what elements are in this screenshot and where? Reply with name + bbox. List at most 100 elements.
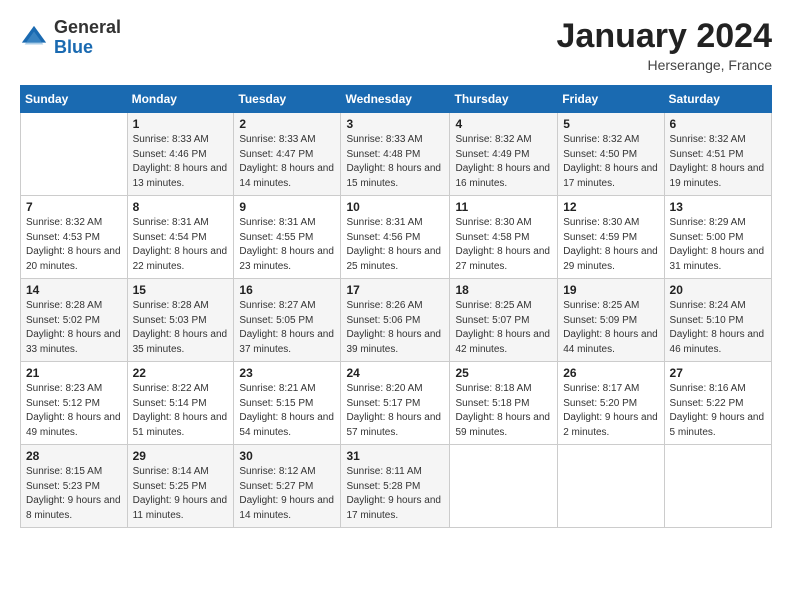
day-info: Sunrise: 8:23 AM Sunset: 5:12 PM Dayligh…: [26, 382, 122, 440]
day-info: Sunrise: 8:28 AM Sunset: 5:02 PM Dayligh…: [26, 299, 122, 357]
day-info: Sunrise: 8:32 AM Sunset: 4:49 PM Dayligh…: [455, 133, 552, 191]
logo-blue-text: Blue: [54, 38, 121, 58]
day-info: Sunrise: 8:32 AM Sunset: 4:51 PM Dayligh…: [670, 133, 766, 191]
day-info: Sunrise: 8:20 AM Sunset: 5:17 PM Dayligh…: [346, 382, 444, 440]
day-number: 18: [455, 283, 552, 297]
calendar-cell-w5-d4: [450, 445, 558, 528]
day-number: 7: [26, 200, 122, 214]
calendar-cell-w1-d4: 4 Sunrise: 8:32 AM Sunset: 4:49 PM Daylig…: [450, 113, 558, 196]
day-info: Sunrise: 8:33 AM Sunset: 4:47 PM Dayligh…: [239, 133, 335, 191]
day-number: 26: [563, 366, 658, 380]
page: General Blue January 2024 Herserange, Fr…: [0, 0, 792, 612]
header-saturday: Saturday: [664, 86, 771, 113]
calendar-cell-w3-d6: 20 Sunrise: 8:24 AM Sunset: 5:10 PM Dayli…: [664, 279, 771, 362]
day-info: Sunrise: 8:18 AM Sunset: 5:18 PM Dayligh…: [455, 382, 552, 440]
week-row-5: 28Sunrise: 8:15 AM Sunset: 5:23 PM Dayli…: [21, 445, 772, 528]
day-info: Sunrise: 8:16 AM Sunset: 5:22 PM Dayligh…: [670, 382, 766, 440]
calendar-cell-w1-d1: 1Sunrise: 8:33 AM Sunset: 4:46 PM Daylig…: [127, 113, 234, 196]
day-info: Sunrise: 8:26 AM Sunset: 5:06 PM Dayligh…: [346, 299, 444, 357]
calendar-cell-w2-d2: 9Sunrise: 8:31 AM Sunset: 4:55 PM Daylig…: [234, 196, 341, 279]
calendar-cell-w5-d6: [664, 445, 771, 528]
calendar-cell-w2-d6: 13 Sunrise: 8:29 AM Sunset: 5:00 PM Dayli…: [664, 196, 771, 279]
day-number: 27: [670, 366, 766, 380]
calendar-cell-w3-d0: 14 Sunrise: 8:28 AM Sunset: 5:02 PM Dayli…: [21, 279, 128, 362]
day-number: 3: [346, 117, 444, 131]
calendar-cell-w2-d4: 11 Sunrise: 8:30 AM Sunset: 4:58 PM Dayli…: [450, 196, 558, 279]
calendar-cell-w3-d2: 16Sunrise: 8:27 AM Sunset: 5:05 PM Dayli…: [234, 279, 341, 362]
day-number: 9: [239, 200, 335, 214]
day-number: 29: [133, 449, 229, 463]
month-title: January 2024: [557, 18, 773, 55]
location-subtitle: Herserange, France: [557, 57, 773, 73]
day-info: Sunrise: 8:32 AM Sunset: 4:50 PM Dayligh…: [563, 133, 658, 191]
day-number: 13: [670, 200, 766, 214]
day-info: Sunrise: 8:31 AM Sunset: 4:56 PM Dayligh…: [346, 216, 444, 274]
day-number: 6: [670, 117, 766, 131]
day-info: Sunrise: 8:30 AM Sunset: 4:58 PM Dayligh…: [455, 216, 552, 274]
calendar-cell-w5-d2: 30Sunrise: 8:12 AM Sunset: 5:27 PM Dayli…: [234, 445, 341, 528]
day-number: 5: [563, 117, 658, 131]
week-row-3: 14 Sunrise: 8:28 AM Sunset: 5:02 PM Dayli…: [21, 279, 772, 362]
day-info: Sunrise: 8:25 AM Sunset: 5:07 PM Dayligh…: [455, 299, 552, 357]
day-info: Sunrise: 8:27 AM Sunset: 5:05 PM Dayligh…: [239, 299, 335, 357]
day-number: 2: [239, 117, 335, 131]
day-info: Sunrise: 8:29 AM Sunset: 5:00 PM Dayligh…: [670, 216, 766, 274]
day-info: Sunrise: 8:24 AM Sunset: 5:10 PM Dayligh…: [670, 299, 766, 357]
day-number: 4: [455, 117, 552, 131]
calendar-cell-w4-d0: 21 Sunrise: 8:23 AM Sunset: 5:12 PM Dayli…: [21, 362, 128, 445]
weekday-header-row: Sunday Monday Tuesday Wednesday Thursday…: [21, 86, 772, 113]
header-friday: Friday: [558, 86, 664, 113]
calendar-cell-w2-d5: 12Sunrise: 8:30 AM Sunset: 4:59 PM Dayli…: [558, 196, 664, 279]
week-row-4: 21 Sunrise: 8:23 AM Sunset: 5:12 PM Dayli…: [21, 362, 772, 445]
logo-icon: [20, 24, 48, 52]
week-row-2: 7 Sunrise: 8:32 AM Sunset: 4:53 PM Daylig…: [21, 196, 772, 279]
header-monday: Monday: [127, 86, 234, 113]
day-number: 10: [346, 200, 444, 214]
day-number: 12: [563, 200, 658, 214]
day-info: Sunrise: 8:32 AM Sunset: 4:53 PM Dayligh…: [26, 216, 122, 274]
calendar-cell-w4-d3: 24Sunrise: 8:20 AM Sunset: 5:17 PM Dayli…: [341, 362, 450, 445]
calendar-cell-w3-d1: 15 Sunrise: 8:28 AM Sunset: 5:03 PM Dayli…: [127, 279, 234, 362]
day-info: Sunrise: 8:33 AM Sunset: 4:46 PM Dayligh…: [133, 133, 229, 191]
header-wednesday: Wednesday: [341, 86, 450, 113]
day-number: 28: [26, 449, 122, 463]
day-info: Sunrise: 8:25 AM Sunset: 5:09 PM Dayligh…: [563, 299, 658, 357]
day-number: 8: [133, 200, 229, 214]
calendar-cell-w4-d2: 23Sunrise: 8:21 AM Sunset: 5:15 PM Dayli…: [234, 362, 341, 445]
calendar-cell-w4-d4: 25 Sunrise: 8:18 AM Sunset: 5:18 PM Dayli…: [450, 362, 558, 445]
calendar-cell-w1-d3: 3 Sunrise: 8:33 AM Sunset: 4:48 PM Daylig…: [341, 113, 450, 196]
day-number: 31: [346, 449, 444, 463]
header: General Blue January 2024 Herserange, Fr…: [20, 18, 772, 73]
calendar-cell-w1-d0: [21, 113, 128, 196]
header-tuesday: Tuesday: [234, 86, 341, 113]
logo-general-text: General: [54, 18, 121, 38]
calendar-cell-w2-d1: 8 Sunrise: 8:31 AM Sunset: 4:54 PM Daylig…: [127, 196, 234, 279]
calendar-cell-w3-d5: 19 Sunrise: 8:25 AM Sunset: 5:09 PM Dayli…: [558, 279, 664, 362]
day-number: 14: [26, 283, 122, 297]
day-number: 21: [26, 366, 122, 380]
day-info: Sunrise: 8:33 AM Sunset: 4:48 PM Dayligh…: [346, 133, 444, 191]
calendar-cell-w4-d1: 22Sunrise: 8:22 AM Sunset: 5:14 PM Dayli…: [127, 362, 234, 445]
calendar-cell-w2-d3: 10 Sunrise: 8:31 AM Sunset: 4:56 PM Dayli…: [341, 196, 450, 279]
logo-text: General Blue: [54, 18, 121, 58]
day-info: Sunrise: 8:31 AM Sunset: 4:54 PM Dayligh…: [133, 216, 229, 274]
header-thursday: Thursday: [450, 86, 558, 113]
week-row-1: 1Sunrise: 8:33 AM Sunset: 4:46 PM Daylig…: [21, 113, 772, 196]
calendar-cell-w5-d0: 28Sunrise: 8:15 AM Sunset: 5:23 PM Dayli…: [21, 445, 128, 528]
day-info: Sunrise: 8:12 AM Sunset: 5:27 PM Dayligh…: [239, 465, 335, 523]
calendar-cell-w3-d3: 17Sunrise: 8:26 AM Sunset: 5:06 PM Dayli…: [341, 279, 450, 362]
day-number: 20: [670, 283, 766, 297]
day-info: Sunrise: 8:14 AM Sunset: 5:25 PM Dayligh…: [133, 465, 229, 523]
logo: General Blue: [20, 18, 121, 58]
calendar-cell-w3-d4: 18 Sunrise: 8:25 AM Sunset: 5:07 PM Dayli…: [450, 279, 558, 362]
day-number: 25: [455, 366, 552, 380]
calendar-cell-w5-d1: 29 Sunrise: 8:14 AM Sunset: 5:25 PM Dayli…: [127, 445, 234, 528]
day-number: 11: [455, 200, 552, 214]
day-number: 19: [563, 283, 658, 297]
day-number: 15: [133, 283, 229, 297]
day-info: Sunrise: 8:17 AM Sunset: 5:20 PM Dayligh…: [563, 382, 658, 440]
day-info: Sunrise: 8:28 AM Sunset: 5:03 PM Dayligh…: [133, 299, 229, 357]
calendar-cell-w1-d6: 6 Sunrise: 8:32 AM Sunset: 4:51 PM Daylig…: [664, 113, 771, 196]
calendar-cell-w5-d5: [558, 445, 664, 528]
day-number: 22: [133, 366, 229, 380]
